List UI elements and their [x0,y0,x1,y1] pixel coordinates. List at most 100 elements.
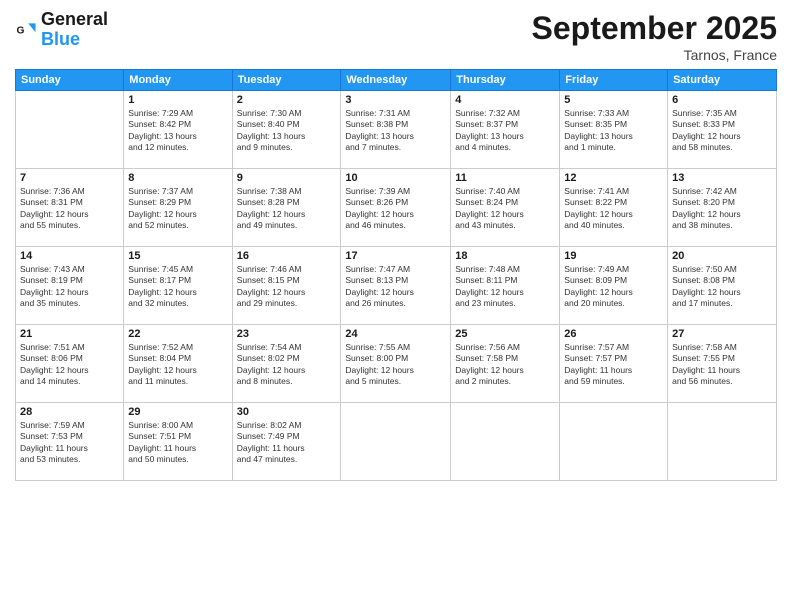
day-number: 25 [455,328,555,340]
day-info: Sunrise: 7:59 AMSunset: 7:53 PMDaylight:… [20,420,119,466]
day-info: Sunrise: 7:36 AMSunset: 8:31 PMDaylight:… [20,186,119,232]
day-number: 15 [128,250,227,262]
month-title: September 2025 [532,10,777,47]
week-row-2: 7 Sunrise: 7:36 AMSunset: 8:31 PMDaylight… [16,169,777,247]
header-monday: Monday [124,70,232,91]
day-info: Sunrise: 8:00 AMSunset: 7:51 PMDaylight:… [128,420,227,466]
day-number: 16 [237,250,337,262]
day-number: 28 [20,406,119,418]
day-number: 7 [20,172,119,184]
table-row: 9Sunrise: 7:38 AMSunset: 8:28 PMDaylight… [232,169,341,247]
day-info: Sunrise: 7:58 AMSunset: 7:55 PMDaylight:… [672,342,772,388]
day-info: Sunrise: 7:41 AMSunset: 8:22 PMDaylight:… [564,186,663,232]
page-header: G GeneralBlue September 2025 Tarnos, Fra… [15,10,777,63]
day-info: Sunrise: 7:48 AMSunset: 8:11 PMDaylight:… [455,264,555,310]
table-row: 24Sunrise: 7:55 AMSunset: 8:00 PMDayligh… [341,325,451,403]
day-info: Sunrise: 7:30 AMSunset: 8:40 PMDaylight:… [237,108,337,154]
day-number: 14 [20,250,119,262]
day-number: 26 [564,328,663,340]
day-info: Sunrise: 7:47 AMSunset: 8:13 PMDaylight:… [345,264,446,310]
day-number: 11 [455,172,555,184]
day-number: 21 [20,328,119,340]
table-row: 18 Sunrise: 7:48 AMSunset: 8:11 PMDayligh… [451,247,560,325]
header-tuesday: Tuesday [232,70,341,91]
table-row: 22 Sunrise: 7:52 AMSunset: 8:04 PMDayligh… [124,325,232,403]
header-thursday: Thursday [451,70,560,91]
day-number: 30 [237,406,337,418]
table-row: 25 Sunrise: 7:56 AMSunset: 7:58 PMDayligh… [451,325,560,403]
day-number: 2 [237,94,337,106]
table-row: 13 Sunrise: 7:42 AMSunset: 8:20 PMDayligh… [668,169,777,247]
day-number: 19 [564,250,663,262]
header-wednesday: Wednesday [341,70,451,91]
header-saturday: Saturday [668,70,777,91]
calendar-table: Sunday Monday Tuesday Wednesday Thursday… [15,69,777,481]
table-row: 4Sunrise: 7:32 AMSunset: 8:37 PMDaylight… [451,91,560,169]
table-row [341,403,451,481]
day-number: 4 [455,94,555,106]
table-row: 12 Sunrise: 7:41 AMSunset: 8:22 PMDayligh… [560,169,668,247]
location: Tarnos, France [532,47,777,63]
day-info: Sunrise: 7:45 AMSunset: 8:17 PMDaylight:… [128,264,227,310]
table-row [560,403,668,481]
day-number: 29 [128,406,227,418]
weekday-header-row: Sunday Monday Tuesday Wednesday Thursday… [16,70,777,91]
day-info: Sunrise: 7:46 AMSunset: 8:15 PMDaylight:… [237,264,337,310]
table-row: 7 Sunrise: 7:36 AMSunset: 8:31 PMDaylight… [16,169,124,247]
day-info: Sunrise: 7:37 AMSunset: 8:29 PMDaylight:… [128,186,227,232]
day-number: 8 [128,172,227,184]
table-row [16,91,124,169]
day-info: Sunrise: 7:33 AMSunset: 8:35 PMDaylight:… [564,108,663,154]
table-row: 15 Sunrise: 7:45 AMSunset: 8:17 PMDayligh… [124,247,232,325]
day-number: 23 [237,328,337,340]
table-row: 16 Sunrise: 7:46 AMSunset: 8:15 PMDayligh… [232,247,341,325]
table-row: 30 Sunrise: 8:02 AMSunset: 7:49 PMDayligh… [232,403,341,481]
day-info: Sunrise: 7:57 AMSunset: 7:57 PMDaylight:… [564,342,663,388]
table-row: 10Sunrise: 7:39 AMSunset: 8:26 PMDayligh… [341,169,451,247]
week-row-5: 28 Sunrise: 7:59 AMSunset: 7:53 PMDayligh… [16,403,777,481]
day-number: 13 [672,172,772,184]
day-number: 12 [564,172,663,184]
header-friday: Friday [560,70,668,91]
day-info: Sunrise: 7:31 AMSunset: 8:38 PMDaylight:… [345,108,446,154]
day-number: 17 [345,250,446,262]
day-number: 24 [345,328,446,340]
logo-text: GeneralBlue [41,10,108,50]
day-info: Sunrise: 7:39 AMSunset: 8:26 PMDaylight:… [345,186,446,232]
day-info: Sunrise: 7:42 AMSunset: 8:20 PMDaylight:… [672,186,772,232]
table-row: 3 Sunrise: 7:31 AMSunset: 8:38 PMDaylight… [341,91,451,169]
day-number: 1 [128,94,227,106]
day-number: 6 [672,94,772,106]
table-row: 27 Sunrise: 7:58 AMSunset: 7:55 PMDayligh… [668,325,777,403]
day-info: Sunrise: 7:35 AMSunset: 8:33 PMDaylight:… [672,108,772,154]
table-row: 14Sunrise: 7:43 AMSunset: 8:19 PMDayligh… [16,247,124,325]
table-row: 23 Sunrise: 7:54 AMSunset: 8:02 PMDayligh… [232,325,341,403]
table-row: 1Sunrise: 7:29 AMSunset: 8:42 PMDaylight… [124,91,232,169]
day-number: 9 [237,172,337,184]
day-info: Sunrise: 7:56 AMSunset: 7:58 PMDaylight:… [455,342,555,388]
table-row: 21Sunrise: 7:51 AMSunset: 8:06 PMDayligh… [16,325,124,403]
day-number: 5 [564,94,663,106]
title-area: September 2025 Tarnos, France [532,10,777,63]
week-row-3: 14Sunrise: 7:43 AMSunset: 8:19 PMDayligh… [16,247,777,325]
table-row: 29 Sunrise: 8:00 AMSunset: 7:51 PMDayligh… [124,403,232,481]
day-info: Sunrise: 7:52 AMSunset: 8:04 PMDaylight:… [128,342,227,388]
day-info: Sunrise: 8:02 AMSunset: 7:49 PMDaylight:… [237,420,337,466]
table-row [668,403,777,481]
table-row: 19 Sunrise: 7:49 AMSunset: 8:09 PMDayligh… [560,247,668,325]
table-row: 26 Sunrise: 7:57 AMSunset: 7:57 PMDayligh… [560,325,668,403]
table-row: 5 Sunrise: 7:33 AMSunset: 8:35 PMDaylight… [560,91,668,169]
table-row: 2 Sunrise: 7:30 AMSunset: 8:40 PMDaylight… [232,91,341,169]
day-number: 22 [128,328,227,340]
day-info: Sunrise: 7:54 AMSunset: 8:02 PMDaylight:… [237,342,337,388]
table-row: 28 Sunrise: 7:59 AMSunset: 7:53 PMDayligh… [16,403,124,481]
day-number: 3 [345,94,446,106]
logo: G GeneralBlue [15,10,108,50]
week-row-4: 21Sunrise: 7:51 AMSunset: 8:06 PMDayligh… [16,325,777,403]
day-info: Sunrise: 7:49 AMSunset: 8:09 PMDaylight:… [564,264,663,310]
day-number: 27 [672,328,772,340]
table-row: 20Sunrise: 7:50 AMSunset: 8:08 PMDayligh… [668,247,777,325]
svg-text:G: G [16,25,24,36]
day-number: 18 [455,250,555,262]
logo-icon: G [15,19,37,41]
